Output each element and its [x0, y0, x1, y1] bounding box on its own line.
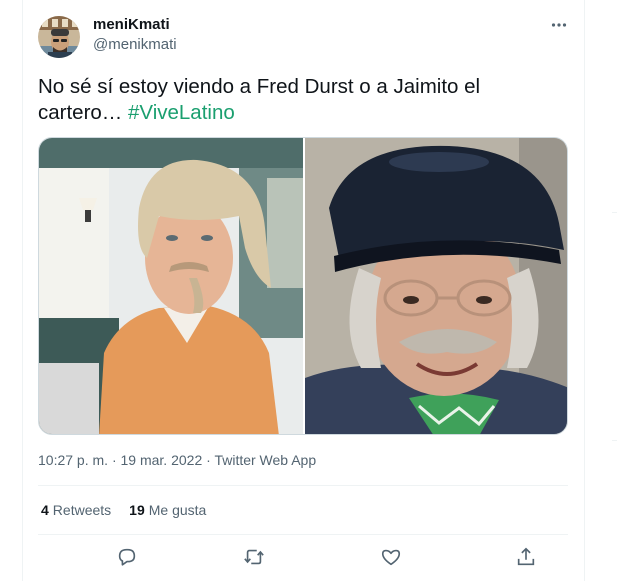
likes-label: Me gusta [148, 502, 207, 518]
tweet-date[interactable]: 19 mar. 2022 [121, 452, 203, 468]
engagement-stats: 4 Retweets 19 Me gusta [41, 502, 206, 518]
meta-separator: · [206, 452, 211, 468]
action-bar [38, 541, 568, 573]
right-rail-divider [612, 212, 617, 213]
tweet-body: No sé sí estoy viendo a Fred Durst o a J… [38, 75, 481, 124]
tweet-source[interactable]: Twitter Web App [214, 452, 316, 468]
reply-icon[interactable] [115, 545, 139, 569]
media-grid [38, 137, 568, 435]
right-rail [585, 0, 617, 581]
retweet-icon[interactable] [242, 545, 266, 569]
photo-left[interactable] [39, 138, 303, 435]
divider [38, 534, 568, 535]
tweet-timestamp: 10:27 p. m. · 19 mar. 2022 · Twitter Web… [38, 452, 316, 468]
author-name[interactable]: meniKmati [93, 16, 170, 33]
retweets-label: Retweets [52, 502, 112, 518]
likes-count: 19 [129, 502, 145, 518]
tweet: meniKmati @menikmati No sé sí estoy vien… [23, 0, 584, 581]
retweets-stat[interactable]: 4 Retweets [41, 502, 111, 518]
left-rail [0, 0, 22, 581]
avatar[interactable] [38, 16, 80, 58]
more-dots-icon[interactable] [548, 14, 570, 36]
likes-stat[interactable]: 19 Me gusta [129, 502, 206, 518]
share-icon[interactable] [514, 545, 538, 569]
tweet-text: No sé sí estoy viendo a Fred Durst o a J… [38, 74, 568, 126]
divider [38, 485, 568, 486]
hashtag-link[interactable]: #ViveLatino [128, 101, 235, 124]
retweets-count: 4 [41, 502, 49, 518]
tweet-time[interactable]: 10:27 p. m. [38, 452, 108, 468]
author-handle[interactable]: @menikmati [93, 36, 177, 53]
photo-right[interactable] [305, 138, 568, 435]
meta-separator: · [111, 452, 117, 468]
like-icon[interactable] [379, 545, 403, 569]
right-rail-divider [612, 440, 617, 441]
